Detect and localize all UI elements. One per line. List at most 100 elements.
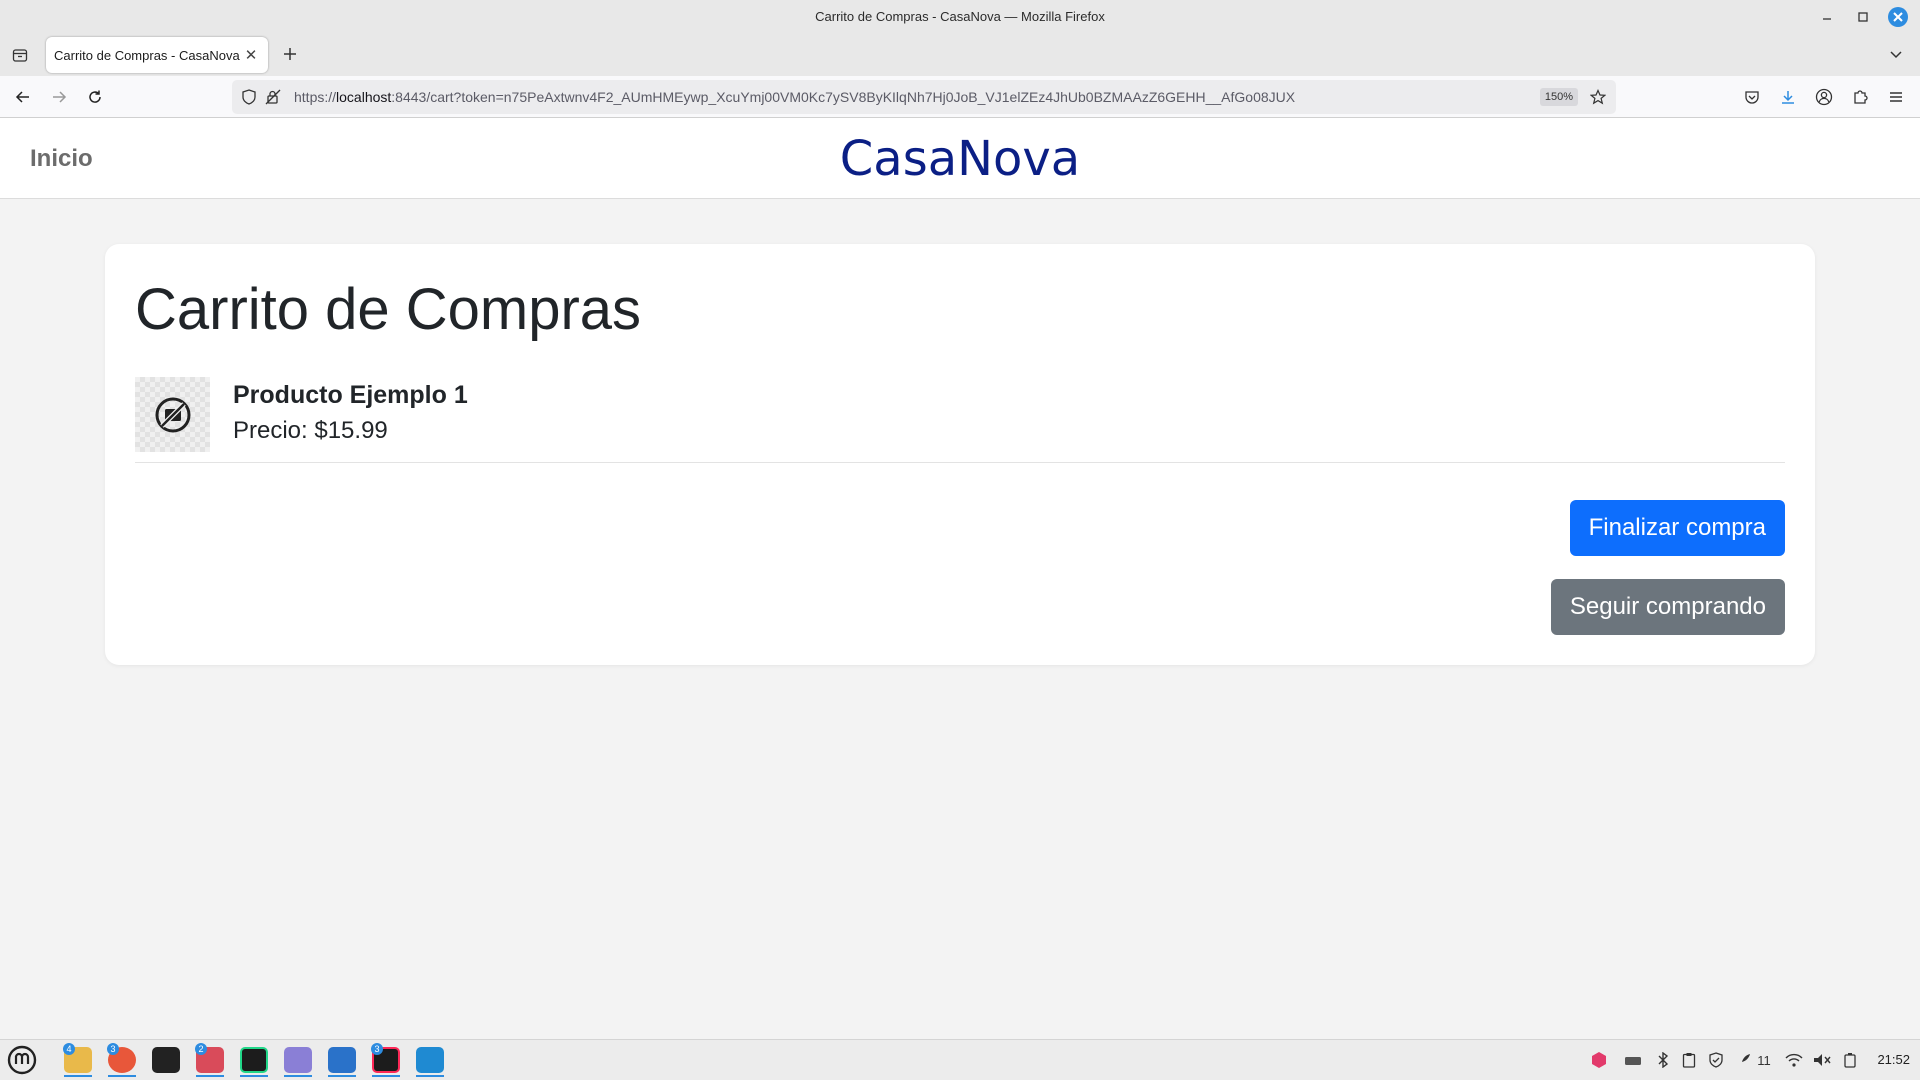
url-host: localhost bbox=[336, 89, 392, 105]
minimize-button[interactable] bbox=[1816, 6, 1838, 28]
download-icon bbox=[1782, 91, 1794, 104]
vscode-icon bbox=[416, 1047, 444, 1073]
shield-icon bbox=[242, 89, 256, 105]
start-menu-button[interactable] bbox=[4, 1043, 40, 1077]
product-image-placeholder bbox=[135, 377, 210, 452]
active-indicator bbox=[416, 1075, 444, 1077]
reload-icon bbox=[89, 90, 101, 103]
star-icon bbox=[1590, 89, 1606, 105]
app-badge: 4 bbox=[63, 1043, 75, 1055]
tray-notifications[interactable]: 11 bbox=[1734, 1050, 1774, 1070]
lock-warning-icon bbox=[265, 89, 281, 105]
continue-shopping-button[interactable]: Seguir comprando bbox=[1550, 579, 1785, 635]
taskbar-app-firefox[interactable]: 3 bbox=[104, 1043, 140, 1077]
url-bar[interactable]: https://localhost:8443/cart?token=n75PeA… bbox=[232, 80, 1616, 114]
extensions-button[interactable] bbox=[1847, 84, 1873, 110]
system-clock[interactable]: 21:52 bbox=[1877, 1052, 1910, 1067]
zoom-indicator[interactable]: 150% bbox=[1539, 88, 1578, 106]
close-window-button[interactable] bbox=[1888, 7, 1908, 27]
product-name: Producto Ejemplo 1 bbox=[233, 381, 468, 409]
taskbar-app-clion[interactable] bbox=[236, 1043, 272, 1077]
cart-item: Producto Ejemplo 1 Precio: $15.99 bbox=[135, 374, 1785, 463]
checkout-button[interactable]: Finalizar compra bbox=[1569, 500, 1785, 556]
plus-icon bbox=[284, 48, 296, 60]
tracking-protection-icon[interactable] bbox=[240, 88, 258, 106]
tray-update-shield-icon[interactable] bbox=[1706, 1050, 1726, 1070]
arrow-left-icon bbox=[15, 91, 29, 103]
bookmark-button[interactable] bbox=[1588, 87, 1608, 107]
active-indicator bbox=[328, 1075, 356, 1077]
notification-count: 11 bbox=[1757, 1052, 1771, 1068]
cart-card: Carrito de Compras Producto Ejemplo 1 Pr… bbox=[105, 244, 1815, 665]
product-price: Precio: $15.99 bbox=[233, 417, 388, 444]
system-taskbar: 4 3 2 3 11 21:52 bbox=[0, 1039, 1920, 1080]
app-badge: 2 bbox=[195, 1043, 207, 1055]
site-brand: CasaNova bbox=[839, 131, 1081, 187]
taskbar-app-vscode[interactable] bbox=[412, 1043, 448, 1077]
account-button[interactable] bbox=[1811, 84, 1837, 110]
puzzle-icon bbox=[1854, 90, 1868, 104]
arrow-right-icon bbox=[53, 91, 67, 103]
rocket-icon bbox=[1739, 1054, 1751, 1065]
forward-button[interactable] bbox=[46, 84, 72, 110]
url-path: :8443/cart?token=n75PeAxtwnv4F2_AUmHMEyw… bbox=[391, 89, 1296, 105]
pocket-icon bbox=[1745, 91, 1759, 104]
active-indicator bbox=[196, 1075, 224, 1077]
site-security-icon[interactable] bbox=[264, 88, 282, 106]
taskbar-app-intellij[interactable]: 3 bbox=[368, 1043, 404, 1077]
tab-title: Carrito de Compras - CasaNova bbox=[54, 47, 240, 63]
window-controls bbox=[1816, 6, 1908, 28]
image-unavailable-icon bbox=[155, 397, 190, 432]
window-title: Carrito de Compras - CasaNova — Mozilla … bbox=[815, 9, 1105, 24]
volume-muted-icon bbox=[1814, 1054, 1831, 1066]
pocket-button[interactable] bbox=[1739, 84, 1765, 110]
active-indicator bbox=[108, 1075, 136, 1077]
hamburger-menu-icon bbox=[1890, 92, 1902, 102]
clipboard-icon bbox=[1682, 1053, 1696, 1068]
maximize-button[interactable] bbox=[1852, 6, 1874, 28]
site-header: Inicio CasaNova bbox=[0, 118, 1920, 199]
hexagon-app-icon bbox=[1592, 1052, 1606, 1068]
tab-close-icon[interactable]: ✕ bbox=[242, 46, 260, 64]
firefox-view-icon bbox=[12, 49, 28, 62]
bluetooth-icon bbox=[1658, 1052, 1668, 1068]
writer-icon bbox=[328, 1047, 356, 1073]
new-tab-button[interactable] bbox=[278, 42, 302, 66]
tray-bluetooth-icon[interactable] bbox=[1654, 1050, 1672, 1070]
tray-wifi-icon[interactable] bbox=[1784, 1050, 1804, 1070]
downloads-button[interactable] bbox=[1775, 84, 1801, 110]
tray-volume-icon[interactable] bbox=[1812, 1050, 1832, 1070]
app-badge: 3 bbox=[107, 1043, 119, 1055]
clion-icon bbox=[240, 1047, 268, 1073]
minimize-icon bbox=[1823, 18, 1831, 20]
taskbar-app-text-editor[interactable] bbox=[280, 1043, 316, 1077]
active-indicator bbox=[64, 1075, 92, 1077]
app-menu-button[interactable] bbox=[1883, 84, 1909, 110]
url-prefix: https:// bbox=[294, 89, 337, 105]
active-indicator bbox=[284, 1075, 312, 1077]
tray-app-icon[interactable] bbox=[1588, 1050, 1610, 1070]
active-indicator bbox=[240, 1075, 268, 1077]
chevron-down-icon bbox=[1890, 51, 1902, 59]
wifi-icon bbox=[1785, 1053, 1803, 1067]
tray-drive-icon[interactable] bbox=[1622, 1050, 1644, 1070]
url-text[interactable]: https://localhost:8443/cart?token=n75PeA… bbox=[294, 89, 1534, 105]
navigation-toolbar: https://localhost:8443/cart?token=n75PeA… bbox=[0, 76, 1920, 118]
tab-cart[interactable]: Carrito de Compras - CasaNova ✕ bbox=[46, 37, 268, 73]
account-icon bbox=[1815, 88, 1833, 106]
app-badge: 3 bbox=[371, 1043, 383, 1055]
page-title: Carrito de Compras bbox=[135, 277, 642, 342]
back-button[interactable] bbox=[10, 84, 36, 110]
window-titlebar: Carrito de Compras - CasaNova — Mozilla … bbox=[0, 0, 1920, 33]
taskbar-app-terminal[interactable] bbox=[148, 1043, 184, 1077]
drive-icon bbox=[1625, 1057, 1641, 1065]
taskbar-app-writer[interactable] bbox=[324, 1043, 360, 1077]
mint-menu-icon bbox=[7, 1045, 37, 1075]
list-all-tabs-button[interactable] bbox=[1884, 42, 1908, 66]
taskbar-app-accessories[interactable]: 2 bbox=[192, 1043, 228, 1077]
tray-battery-icon[interactable] bbox=[1840, 1050, 1860, 1070]
firefox-view-button[interactable] bbox=[8, 43, 32, 67]
reload-button[interactable] bbox=[82, 84, 108, 110]
tray-clipboard-icon[interactable] bbox=[1680, 1050, 1698, 1070]
taskbar-app-files[interactable]: 4 bbox=[60, 1043, 96, 1077]
